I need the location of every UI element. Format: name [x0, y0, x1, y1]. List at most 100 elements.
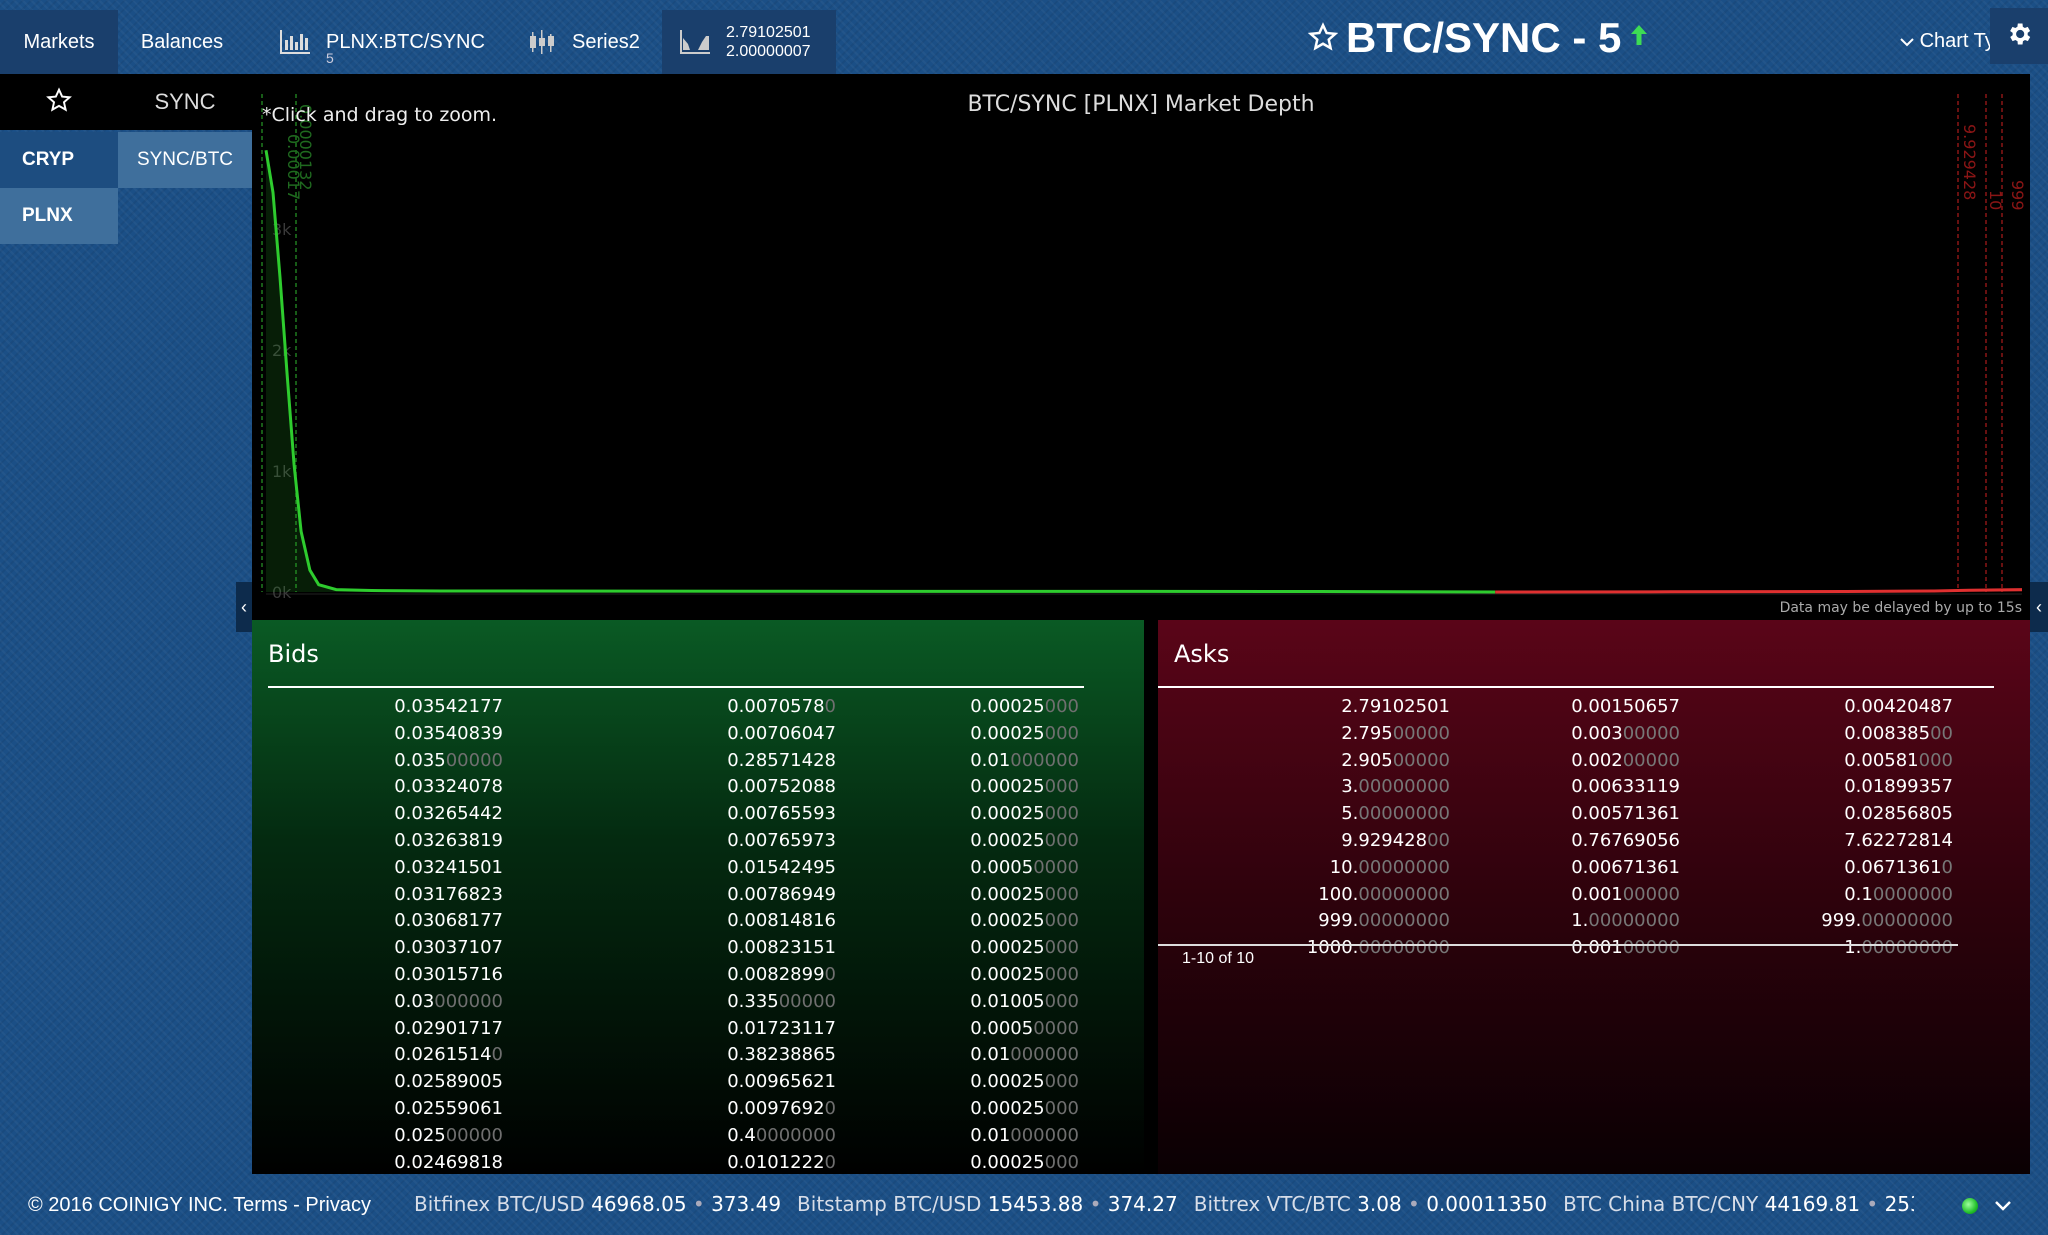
asks-cell: 999.00000000 — [1821, 910, 1953, 931]
bids-cell: 0.01012220 — [727, 1152, 836, 1173]
asks-cell: 10.00000000 — [1330, 857, 1450, 878]
asks-row[interactable]: 999.00000000 1.00000000 999.00000000 — [1158, 910, 2018, 936]
asks-cell-padding: 00000000 — [1588, 910, 1680, 932]
asks-row[interactable]: 100.00000000 0.00100000 0.10000000 — [1158, 884, 2018, 910]
asks-line — [1495, 588, 2023, 594]
ticker-item[interactable]: Bitfinex BTC/USD 46968.05 • 373.49 — [414, 1192, 781, 1216]
bids-row[interactable]: 0.03265442 0.00765593 0.00025000 — [252, 803, 1112, 829]
bids-row[interactable]: 0.03542177 0.00705780 0.00025000 — [252, 696, 1112, 722]
bids-cell: 0.00025000 — [970, 964, 1079, 985]
bids-cell-value: 0.03068177 — [394, 910, 503, 932]
bids-cell: 0.01000000 — [970, 1044, 1079, 1065]
bids-cell-value: 0.03263819 — [394, 830, 503, 851]
bids-cell-value: 0.0082899 — [727, 964, 825, 985]
bids-row[interactable]: 0.03241501 0.01542495 0.00050000 — [252, 857, 1112, 883]
bids-cell: 0.03241501 — [394, 857, 503, 878]
asks-cell-padding: 00000000 — [1861, 910, 1953, 932]
bids-row[interactable]: 0.03068177 0.00814816 0.00025000 — [252, 910, 1112, 936]
asks-row[interactable]: 5.00000000 0.00571361 0.02856805 — [1158, 803, 2018, 829]
asks-cell: 0.00200000 — [1571, 750, 1680, 771]
chevron-down-icon[interactable] — [1994, 1192, 2012, 1218]
star-icon[interactable] — [1307, 14, 1339, 62]
bids-row[interactable]: 0.03176823 0.00786949 0.00025000 — [252, 884, 1112, 910]
asks-row[interactable]: 10.00000000 0.00671361 0.06713610 — [1158, 857, 2018, 883]
tab-balances[interactable]: Balances — [118, 10, 246, 74]
tab-series2-label: Series2 — [572, 30, 640, 53]
asks-cell-padding: 00000 — [1392, 722, 1450, 744]
asks-cell-padding: 00000 — [1622, 749, 1680, 771]
bids-cell-value: 0.00786949 — [727, 883, 836, 905]
favorites-button[interactable] — [0, 74, 118, 130]
tab-chart-plnx[interactable]: PLNX:BTC/SYNC 5 — [262, 10, 502, 74]
bids-row[interactable]: 0.02589005 0.00965621 0.00025000 — [252, 1071, 1112, 1097]
bids-divider — [268, 686, 1084, 688]
asks-cell: 9.92942800 — [1341, 830, 1450, 851]
bids-cell-padding: 0 — [824, 964, 836, 985]
bids-cell-padding: 000 — [1044, 830, 1079, 851]
ticker-item[interactable]: BTC China BTC/CNY 44169.81 • 253 — [1563, 1192, 1914, 1216]
bids-cell: 0.02500000 — [394, 1125, 503, 1146]
bids-cell: 0.03500000 — [394, 750, 503, 771]
bids-row[interactable]: 0.02615140 0.38238865 0.01000000 — [252, 1044, 1112, 1070]
tab-depth[interactable]: 2.79102501 2.00000007 — [662, 10, 836, 74]
bids-row[interactable]: 0.02559061 0.00976920 0.00025000 — [252, 1098, 1112, 1124]
bids-row[interactable]: 0.02901717 0.01723117 0.00050000 — [252, 1018, 1112, 1044]
asks-cell-value: 0.00150657 — [1571, 696, 1680, 717]
sidebar-item-sync[interactable]: SYNC — [118, 74, 252, 130]
bids-row[interactable]: 0.03500000 0.28571428 0.01000000 — [252, 750, 1112, 776]
settings-button[interactable] — [1990, 8, 2048, 64]
collapse-right-button[interactable]: ‹ — [2030, 582, 2048, 632]
sidebar-item-plnx[interactable]: PLNX — [0, 188, 118, 244]
bids-cell-value: 0.0005 — [970, 856, 1034, 878]
bids-cell-padding: 000 — [1044, 722, 1079, 744]
asks-row[interactable]: 2.79102501 0.00150657 0.00420487 — [1158, 696, 2018, 722]
bids-cell-padding: 000 — [1044, 1151, 1079, 1173]
asks-cell-value: 2.79102501 — [1341, 696, 1450, 717]
bids-row[interactable]: 0.03037107 0.00823151 0.00025000 — [252, 937, 1112, 963]
sidebar-item-sync-btc[interactable]: SYNC/BTC — [118, 132, 252, 188]
asks-cell: 2.90500000 — [1341, 750, 1450, 771]
bids-cell: 0.01542495 — [727, 857, 836, 878]
bids-cell: 0.00025000 — [970, 937, 1079, 958]
bids-row[interactable]: 0.02469818 0.01012220 0.00025000 — [252, 1152, 1112, 1174]
copyright-text[interactable]: © 2016 COINIGY INC. Terms - Privacy — [28, 1194, 371, 1217]
tab-markets[interactable]: Markets — [0, 10, 118, 74]
market-depth-chart[interactable]: 0.0000132 0.00017 9.929428 10 999 0k 1k 2k 3k BT… — [252, 74, 2030, 620]
bids-cell-value: 0.0070578 — [727, 696, 825, 717]
bids-cell-value: 0.335 — [727, 990, 779, 1012]
asks-row[interactable]: 1000.00000000 0.00100000 1.00000000 — [1158, 937, 2018, 963]
bids-cell: 0.02615140 — [394, 1044, 503, 1065]
sidebar-item-cryp[interactable]: CRYP — [0, 132, 118, 188]
bids-row[interactable]: 0.02500000 0.40000000 0.01000000 — [252, 1125, 1112, 1151]
asks-row[interactable]: 3.00000000 0.00633119 0.01899357 — [1158, 776, 2018, 802]
asks-row[interactable]: 2.79500000 0.00300000 0.00838500 — [1158, 723, 2018, 749]
ticker-separator: • — [1083, 1192, 1108, 1216]
bids-cell: 0.00025000 — [970, 1071, 1079, 1092]
asks-cell-value: 1. — [1571, 910, 1589, 932]
ticker-item[interactable]: Bitstamp BTC/USD 15453.88 • 374.27 — [797, 1192, 1178, 1216]
bids-cell-value: 0.01 — [970, 1124, 1011, 1146]
bids-cell-value: 0.38238865 — [727, 1044, 836, 1066]
asks-cell-value: 0.02856805 — [1844, 803, 1953, 825]
asks-cell-value: 0.1 — [1844, 883, 1873, 905]
bids-cell-value: 0.00765973 — [727, 830, 836, 851]
bids-cell-value: 0.03015716 — [394, 964, 503, 985]
bids-row[interactable]: 0.03263819 0.00765973 0.00025000 — [252, 830, 1112, 856]
bar-chart-icon — [278, 28, 312, 56]
tab-chart-sub: 5 — [326, 50, 334, 66]
bids-row[interactable]: 0.03015716 0.00828990 0.00025000 — [252, 964, 1112, 990]
asks-row[interactable]: 2.90500000 0.00200000 0.00581000 — [1158, 750, 2018, 776]
bids-cell-value: 0.4 — [727, 1124, 756, 1146]
bids-row[interactable]: 0.03324078 0.00752088 0.00025000 — [252, 776, 1112, 802]
bids-row[interactable]: 0.03540839 0.00706047 0.00025000 — [252, 723, 1112, 749]
bids-row[interactable]: 0.03000000 0.33500000 0.01005000 — [252, 991, 1112, 1017]
asks-cell-value: 10. — [1329, 856, 1359, 878]
ticker-item[interactable]: Bittrex VTC/BTC 3.08 • 0.00011350 — [1194, 1192, 1547, 1216]
bids-cell: 0.01000000 — [970, 750, 1079, 771]
footer: © 2016 COINIGY INC. Terms - Privacy Bitf… — [0, 1174, 2048, 1235]
asks-cell-value: 9.929428 — [1341, 830, 1428, 851]
collapse-left-button[interactable]: ‹ — [236, 582, 252, 632]
tab-series2[interactable]: Series2 — [512, 10, 662, 74]
asks-row[interactable]: 9.92942800 0.76769056 7.62272814 — [1158, 830, 2018, 856]
asks-cell: 0.06713610 — [1844, 857, 1953, 878]
